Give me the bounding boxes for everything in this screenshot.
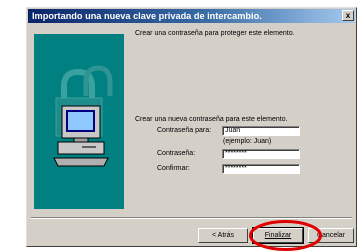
computer-with-padlock-icon	[53, 65, 113, 167]
password-for-input[interactable]: Juan	[222, 126, 300, 136]
password-label: Contraseña:	[157, 150, 196, 157]
example-hint: (ejemplo: Juan)	[223, 138, 272, 145]
button-separator	[31, 217, 352, 219]
section-heading: Crear una nueva contraseña para este ele…	[135, 116, 288, 123]
close-icon: x	[345, 11, 351, 20]
confirm-password-input[interactable]: ********	[222, 164, 300, 174]
cancel-button[interactable]: Cancelar	[308, 228, 354, 243]
title-bar[interactable]: Importando una nueva clave privada de in…	[28, 9, 355, 23]
confirm-label: Confirmar:	[157, 165, 190, 172]
intro-text: Crear una contraseña para proteger este …	[135, 30, 295, 37]
wizard-illustration	[34, 34, 124, 209]
window-title: Importando una nueva clave privada de in…	[32, 11, 262, 21]
back-button[interactable]: < Atrás	[198, 228, 248, 243]
password-input[interactable]: ********	[222, 149, 300, 159]
finish-label: Finalizar	[264, 232, 292, 239]
password-for-label: Contraseña para:	[157, 127, 212, 134]
wizard-dialog: Importando una nueva clave privada de in…	[26, 7, 357, 251]
finish-button[interactable]: Finalizar	[252, 227, 304, 244]
close-button[interactable]: x	[342, 10, 354, 21]
